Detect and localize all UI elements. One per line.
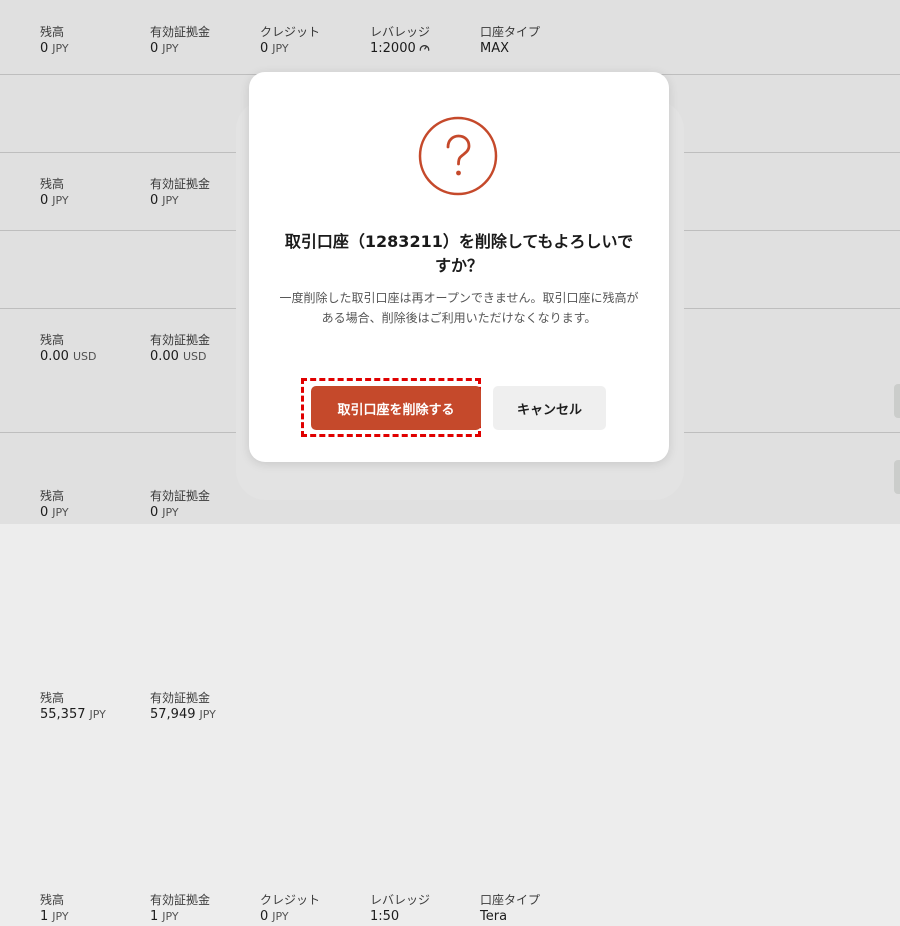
currency-unit: JPY: [162, 910, 179, 923]
question-icon: [418, 116, 498, 196]
delete-account-button[interactable]: 取引口座を削除する: [311, 386, 481, 430]
margin-stat: 有効証拠金 1 JPY: [150, 892, 210, 926]
currency-unit: JPY: [52, 910, 69, 923]
dialog-message: 一度削除した取引口座は再オープンできません。取引口座に残高がある場合、削除後はご…: [279, 291, 639, 325]
currency-unit: JPY: [272, 910, 289, 923]
margin-value: 1 JPY: [150, 909, 179, 924]
account-type-value: Tera: [480, 909, 508, 924]
cancel-button[interactable]: キャンセル: [493, 386, 606, 430]
leverage-label: レバレッジ: [370, 893, 431, 907]
account-type-stat: 口座タイプ Tera: [480, 892, 540, 926]
credit-label: クレジット: [260, 893, 321, 907]
leverage-value: 1:50: [370, 909, 400, 924]
credit-stat: クレジット 0 JPY: [260, 892, 320, 926]
balance-stat: 残高 1 JPY: [40, 892, 69, 926]
margin-label: 有効証拠金: [150, 893, 211, 907]
margin-label: 有効証拠金: [150, 691, 211, 705]
balance-value: 55,357 JPY: [40, 707, 106, 722]
currency-unit: JPY: [199, 708, 216, 721]
balance-stat: 残高 55,357 JPY: [40, 690, 106, 724]
currency-unit: JPY: [89, 708, 106, 721]
credit-value: 0 JPY: [260, 909, 289, 924]
balance-label: 残高: [40, 893, 65, 907]
leverage-stat: レバレッジ 1:50: [370, 892, 430, 926]
balance-label: 残高: [40, 691, 65, 705]
balance-value: 1 JPY: [40, 909, 69, 924]
margin-value: 57,949 JPY: [150, 707, 216, 722]
account-type-label: 口座タイプ: [480, 893, 541, 907]
delete-account-dialog: 取引口座（1283211）を削除してもよろしいですか？ 一度削除した取引口座は再…: [249, 72, 669, 462]
margin-stat: 有効証拠金 57,949 JPY: [150, 690, 216, 724]
dialog-title: 取引口座（1283211）を削除してもよろしいですか？: [284, 232, 634, 275]
